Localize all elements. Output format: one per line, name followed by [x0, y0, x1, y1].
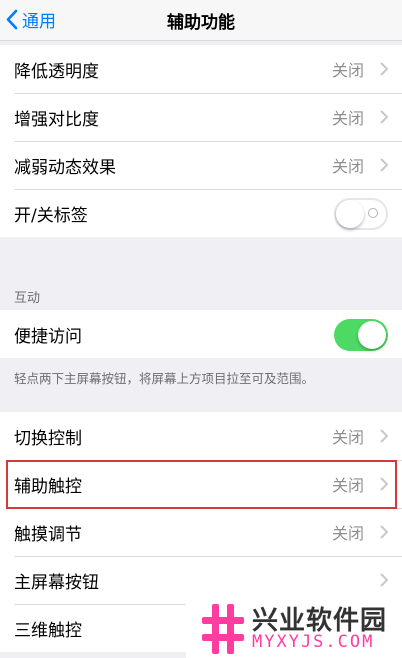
reachability-toggle[interactable]	[334, 319, 388, 351]
row-value: 关闭	[331, 524, 364, 543]
chevron-right-icon	[380, 525, 388, 539]
on-off-labels-toggle[interactable]	[334, 198, 388, 230]
touch-accommodations-row[interactable]: 触摸调节 关闭	[0, 508, 402, 556]
chevron-right-icon	[380, 573, 388, 587]
increase-contrast-row[interactable]: 增强对比度 关闭	[0, 93, 402, 141]
assistive-touch-highlight	[6, 460, 397, 509]
row-label: 增强对比度	[14, 109, 99, 130]
chevron-right-icon	[380, 62, 388, 76]
on-off-labels-row: 开/关标签	[0, 189, 402, 237]
row-label: 减弱动态效果	[14, 157, 116, 178]
watermark: 兴业软件园 MYXYJS.COM	[186, 600, 402, 658]
reachability-row: 便捷访问	[0, 310, 402, 358]
row-label: 三维触控	[14, 620, 82, 641]
row-value: 关闭	[331, 61, 364, 80]
reduce-transparency-row[interactable]: 降低透明度 关闭	[0, 45, 402, 93]
row-value: 关闭	[331, 157, 364, 176]
home-button-row[interactable]: 主屏幕按钮	[0, 556, 402, 604]
row-label: 触摸调节	[14, 524, 82, 545]
interaction-group: 便捷访问	[0, 310, 402, 358]
chevron-right-icon	[380, 429, 388, 443]
row-label: 切换控制	[14, 428, 82, 449]
row-label: 降低透明度	[14, 61, 99, 82]
watermark-url: MYXYJS.COM	[252, 632, 375, 652]
display-settings-group: 降低透明度 关闭 增强对比度 关闭 减弱动态效果 关闭 开/关标签	[0, 45, 402, 237]
row-value: 关闭	[331, 428, 364, 447]
navigation-bar: 通用 辅助功能	[0, 0, 402, 41]
reduce-motion-row[interactable]: 减弱动态效果 关闭	[0, 141, 402, 189]
row-value: 关闭	[331, 109, 364, 128]
chevron-right-icon	[380, 158, 388, 172]
off-indicator-icon	[368, 208, 378, 218]
row-label: 便捷访问	[14, 326, 82, 347]
chevron-right-icon	[380, 110, 388, 124]
page-title: 辅助功能	[167, 13, 235, 33]
reachability-footer: 轻点两下主屏幕按钮，将屏幕上方项目拉至可及范围。	[14, 371, 315, 386]
row-label: 主屏幕按钮	[14, 572, 99, 593]
toggle-knob	[358, 321, 386, 349]
switch-control-row[interactable]: 切换控制 关闭	[0, 412, 402, 460]
row-label: 开/关标签	[14, 205, 88, 226]
toggle-knob	[336, 200, 364, 228]
interaction-section-header: 互动	[14, 291, 41, 306]
hash-logo-icon	[202, 604, 244, 654]
